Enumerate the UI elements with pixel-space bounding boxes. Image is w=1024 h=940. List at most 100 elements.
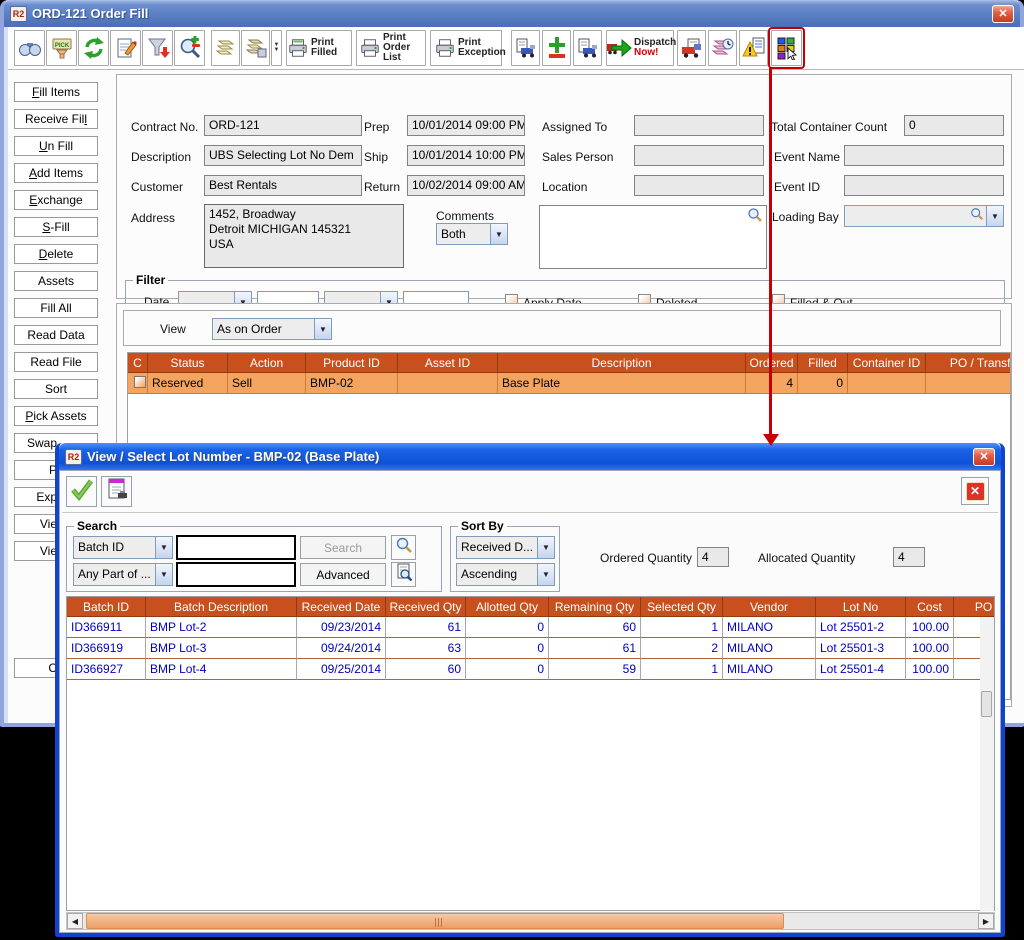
find-button[interactable]: [14, 30, 45, 66]
column-header[interactable]: C: [128, 353, 148, 373]
comments-combo[interactable]: Both▼: [436, 223, 508, 245]
refresh-button[interactable]: [78, 30, 109, 66]
comment-box[interactable]: [539, 205, 767, 269]
event-name-field[interactable]: [844, 145, 1004, 166]
sidebar-button-exchange[interactable]: Exchange: [14, 190, 98, 210]
table-row[interactable]: ID366911BMP Lot-209/23/2014610601MILANOL…: [67, 617, 994, 638]
edit-button[interactable]: [110, 30, 141, 66]
report-button[interactable]: [101, 476, 132, 507]
sidebar-button-read-data[interactable]: Read Data: [14, 325, 98, 345]
table-row[interactable]: ID366927BMP Lot-409/25/2014600591MILANOL…: [67, 659, 994, 680]
sidebar-button-sort[interactable]: Sort: [14, 379, 98, 399]
pick-button[interactable]: PICK: [46, 30, 77, 66]
column-header[interactable]: Action: [228, 353, 306, 373]
search-magnifier-button[interactable]: [391, 535, 416, 560]
column-header[interactable]: Selected Qty: [641, 597, 723, 617]
contract-no-field[interactable]: ORD-121: [204, 115, 362, 136]
sidebar-button-fill-all[interactable]: Fill All: [14, 298, 98, 318]
search-input-2[interactable]: [176, 562, 296, 587]
return-truck-button[interactable]: [677, 30, 706, 66]
sidebar-button-add-items[interactable]: Add Items: [14, 163, 98, 183]
sidebar-button-delete[interactable]: Delete: [14, 244, 98, 264]
address-field[interactable]: 1452, Broadway Detroit MICHIGAN 145321 U…: [204, 204, 404, 268]
advanced-button[interactable]: Advanced: [300, 563, 386, 586]
sidebar-button-receive-fill[interactable]: Receive Fill: [14, 109, 98, 129]
column-header[interactable]: Asset ID: [398, 353, 498, 373]
stack-button[interactable]: [211, 30, 240, 66]
hscroll-thumb[interactable]: [86, 913, 784, 929]
sidebar-button-s-fill[interactable]: S-Fill: [14, 217, 98, 237]
filter-button[interactable]: [142, 30, 173, 66]
print-filled-button[interactable]: Print Filled: [286, 30, 352, 66]
order-fill-titlebar[interactable]: R2 ORD-121 Order Fill ✕: [4, 0, 1020, 27]
table-row[interactable]: ReservedSellBMP-02Base Plate40: [128, 373, 1010, 394]
column-header[interactable]: Description: [498, 353, 746, 373]
row-checkbox[interactable]: [134, 376, 146, 388]
sidebar-button-read-file[interactable]: Read File: [14, 352, 98, 372]
sidebar-button-fill-items[interactable]: Fill Items: [14, 82, 98, 102]
grid-configure-button[interactable]: [771, 30, 802, 66]
equipment-out-button[interactable]: [511, 30, 540, 66]
location-field[interactable]: [634, 175, 764, 196]
table-row[interactable]: ID366919BMP Lot-309/24/2014630612MILANOL…: [67, 638, 994, 659]
loading-bay-search-icon[interactable]: [970, 207, 984, 226]
column-header[interactable]: Lot No: [816, 597, 906, 617]
zoom-button[interactable]: [174, 30, 205, 66]
column-header[interactable]: Cost: [906, 597, 954, 617]
print-exception-button[interactable]: Print Exception: [430, 30, 502, 66]
advanced-search-button[interactable]: [391, 562, 416, 587]
comment-search-icon[interactable]: [747, 207, 763, 228]
vscroll-thumb[interactable]: [981, 691, 992, 717]
scroll-right-arrow[interactable]: ▶: [978, 913, 994, 929]
column-header[interactable]: Received Date: [297, 597, 386, 617]
column-header[interactable]: PO: [954, 597, 995, 617]
sales-person-field[interactable]: [634, 145, 764, 166]
column-header[interactable]: Ordered: [746, 353, 798, 373]
search-input-1[interactable]: [176, 535, 296, 560]
view-combo[interactable]: As on Order▼: [212, 318, 332, 340]
notes-history-button[interactable]: [708, 30, 737, 66]
close-button[interactable]: ✕: [992, 5, 1014, 23]
column-header[interactable]: Vendor: [723, 597, 816, 617]
column-header[interactable]: Remaining Qty: [549, 597, 641, 617]
dialog-close-button[interactable]: ✕: [973, 448, 995, 466]
exception-warning-button[interactable]: [739, 30, 768, 66]
description-field[interactable]: UBS Selecting Lot No Dem: [204, 145, 362, 166]
sidebar-button-un-fill[interactable]: Un Fill: [14, 136, 98, 156]
column-header[interactable]: Product ID: [306, 353, 398, 373]
equipment-in-button[interactable]: [573, 30, 602, 66]
column-header[interactable]: Status: [148, 353, 228, 373]
search-field-combo[interactable]: Batch ID▼: [73, 536, 173, 559]
loading-bay-combo[interactable]: ▼: [844, 205, 1004, 227]
accept-button[interactable]: [66, 476, 97, 507]
event-id-field[interactable]: [844, 175, 1004, 196]
search-mode-combo[interactable]: Any Part of ...▼: [73, 563, 173, 586]
assigned-to-field[interactable]: [634, 115, 764, 136]
column-header[interactable]: Batch Description: [146, 597, 297, 617]
lot-grid-vscrollbar[interactable]: [980, 617, 994, 911]
dispatch-now-button[interactable]: DispatchNow!: [606, 30, 674, 66]
column-header[interactable]: Received Qty: [386, 597, 466, 617]
stack-dropdown-button[interactable]: ▼▼: [271, 30, 282, 66]
dialog-cancel-button[interactable]: ✕: [961, 477, 989, 505]
sidebar-button-pick-assets[interactable]: Pick Assets: [14, 406, 98, 426]
customer-field[interactable]: Best Rentals: [204, 175, 362, 196]
column-header[interactable]: Batch ID: [67, 597, 146, 617]
print-order-list-button[interactable]: Print Order List: [356, 30, 426, 66]
sort-field-combo[interactable]: Received D...▼: [456, 536, 555, 559]
total-container-count-field[interactable]: 0: [904, 115, 1004, 136]
ship-date-field[interactable]: 10/01/2014 10:00 PM: [407, 145, 525, 166]
column-header[interactable]: PO / Transfer: [926, 353, 1011, 373]
lot-grid-hscrollbar[interactable]: ◀ ▶: [66, 912, 995, 930]
column-header[interactable]: Filled: [798, 353, 848, 373]
prep-date-field[interactable]: 10/01/2014 09:00 PM: [407, 115, 525, 136]
search-button[interactable]: Search: [300, 536, 386, 559]
sort-direction-combo[interactable]: Ascending▼: [456, 563, 555, 586]
return-date-field[interactable]: 10/02/2014 09:00 AM: [407, 175, 525, 196]
sidebar-button-assets[interactable]: Assets: [14, 271, 98, 291]
column-header[interactable]: Container ID: [848, 353, 926, 373]
dialog-titlebar[interactable]: R2 View / Select Lot Number - BMP-02 (Ba…: [59, 443, 1001, 470]
scroll-left-arrow[interactable]: ◀: [67, 913, 83, 929]
add-remove-button[interactable]: [542, 30, 571, 66]
stack-options-button[interactable]: [241, 30, 270, 66]
